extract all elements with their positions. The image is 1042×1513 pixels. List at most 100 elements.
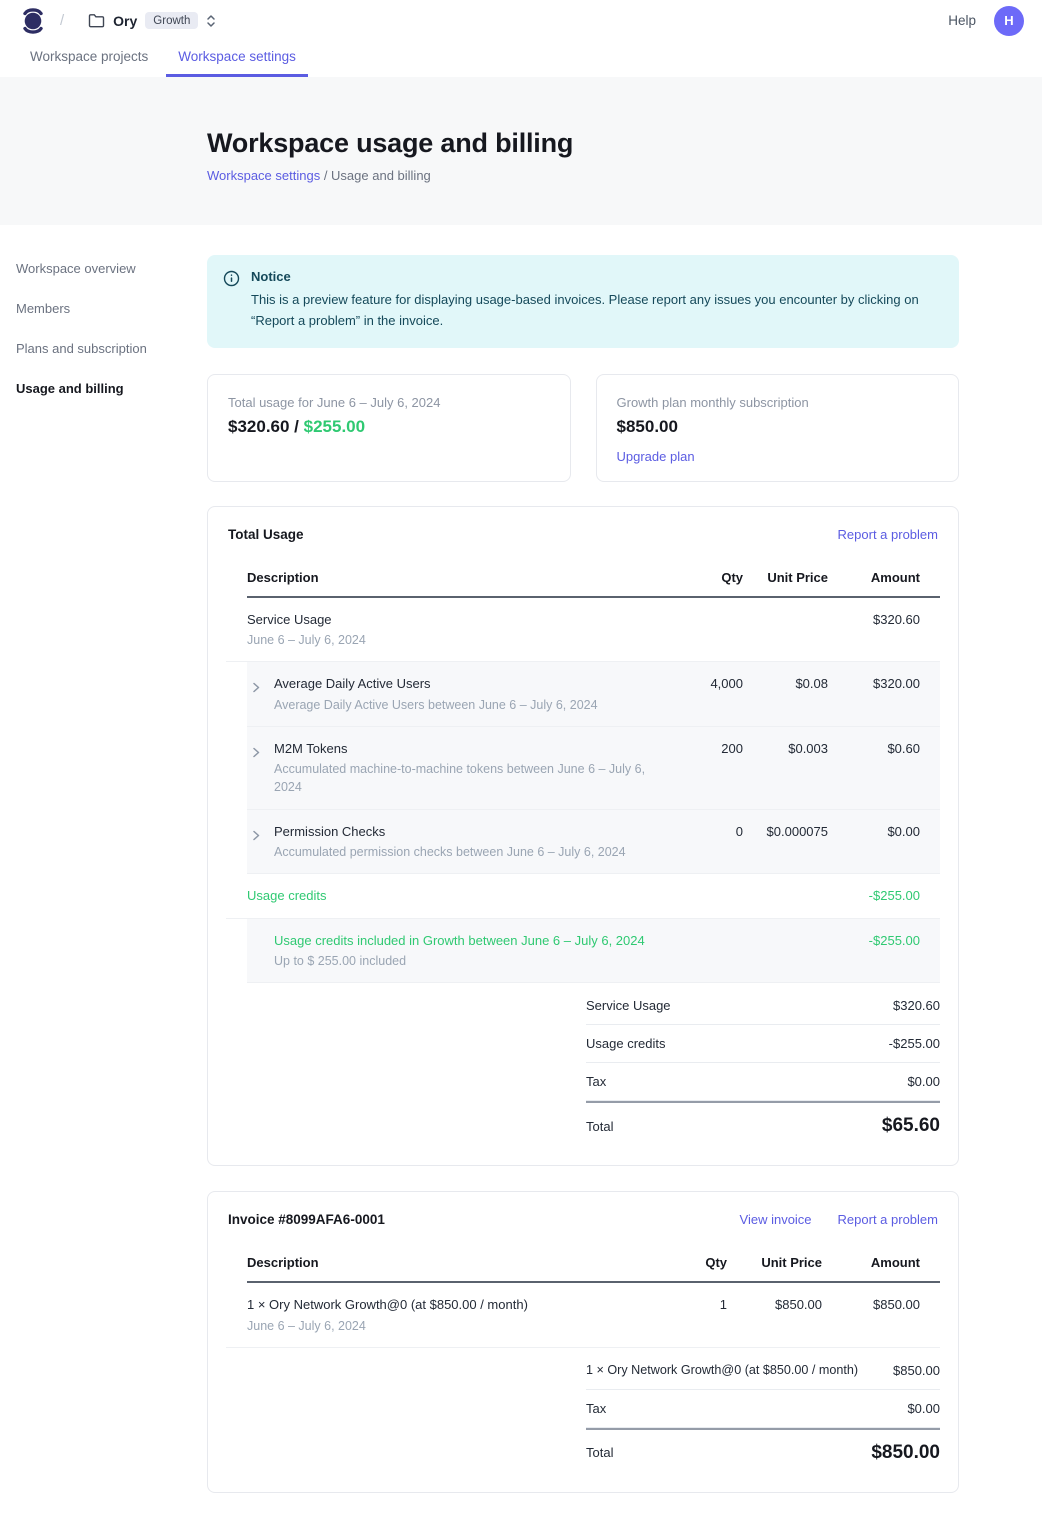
notice-banner: Notice This is a preview feature for dis… <box>207 255 959 348</box>
invoice-summary: 1 × Ory Network Growth@0 (at $850.00 / m… <box>586 1352 940 1468</box>
row-description: Average Daily Active Users Average Daily… <box>247 674 663 714</box>
sidebar-item-plans-subscription[interactable]: Plans and subscription <box>16 341 207 356</box>
info-icon <box>223 270 240 332</box>
help-link[interactable]: Help <box>948 13 976 28</box>
summary-label: 1 × Ory Network Growth@0 (at $850.00 / m… <box>586 1363 858 1377</box>
workspace-switcher[interactable]: Ory Growth <box>88 12 216 29</box>
total-usage-amount: $320.60 / $255.00 <box>228 417 550 437</box>
summary-row: Service Usage $320.60 <box>586 987 940 1025</box>
col-amount: Amount <box>822 1255 920 1270</box>
row-amount: $320.00 <box>828 674 920 694</box>
workspace-name: Ory <box>113 13 137 29</box>
row-title: M2M Tokens <box>274 739 663 759</box>
row-amount: $0.60 <box>828 739 920 759</box>
row-description: M2M Tokens Accumulated machine-to-machin… <box>247 739 663 797</box>
table-row: M2M Tokens Accumulated machine-to-machin… <box>247 727 940 810</box>
content-body: Workspace overview Members Plans and sub… <box>0 225 1042 1513</box>
total-label: Total <box>586 1119 613 1134</box>
summary-value: $320.60 <box>893 998 940 1013</box>
summary-value: -$255.00 <box>889 1036 940 1051</box>
expand-chevron-icon[interactable] <box>247 830 265 862</box>
row-qty: 0 <box>663 822 743 842</box>
tab-workspace-projects[interactable]: Workspace projects <box>18 41 160 77</box>
row-unit-price: $0.003 <box>743 739 828 759</box>
ory-logo-icon[interactable] <box>20 6 46 36</box>
sidebar-item-workspace-overview[interactable]: Workspace overview <box>16 261 207 276</box>
workspace-tabbar: Workspace projects Workspace settings <box>0 41 1042 77</box>
col-unit-price: Unit Price <box>727 1255 822 1270</box>
usage-card-header: Total Usage Report a problem <box>208 527 958 542</box>
summary-row: Tax $0.00 <box>586 1063 940 1101</box>
usage-amount-separator: / <box>289 417 303 436</box>
row-unit-price: $0.000075 <box>743 822 828 842</box>
total-label: Total <box>586 1445 613 1460</box>
notice-content: Notice This is a preview feature for dis… <box>251 269 935 332</box>
invoice-links: View invoice Report a problem <box>740 1212 938 1227</box>
view-invoice-link[interactable]: View invoice <box>740 1212 812 1227</box>
summary-label: Usage credits <box>586 1036 665 1051</box>
col-qty: Qty <box>637 1255 727 1270</box>
breadcrumb-current: / Usage and billing <box>320 168 431 183</box>
plan-subscription-card: Growth plan monthly subscription $850.00… <box>596 374 960 482</box>
topbar: / Ory Growth Help H <box>0 0 1042 41</box>
usage-summary: Service Usage $320.60 Usage credits -$25… <box>586 987 940 1141</box>
settings-sidebar: Workspace overview Members Plans and sub… <box>0 225 207 1513</box>
main-column: Notice This is a preview feature for dis… <box>207 225 959 1513</box>
total-value: $850.00 <box>871 1442 940 1464</box>
row-description: Usage credits <box>247 886 663 906</box>
row-subtitle: Up to $ 255.00 included <box>274 952 645 970</box>
usage-report-problem-link[interactable]: Report a problem <box>838 527 938 542</box>
summary-cards: Total usage for June 6 – July 6, 2024 $3… <box>207 374 959 482</box>
tab-workspace-settings[interactable]: Workspace settings <box>166 41 308 77</box>
upgrade-plan-link[interactable]: Upgrade plan <box>617 449 695 464</box>
row-description: Service Usage June 6 – July 6, 2024 <box>247 610 663 650</box>
table-row: Average Daily Active Users Average Daily… <box>247 662 940 727</box>
row-unit-price: $850.00 <box>727 1295 822 1315</box>
row-subtitle: Average Daily Active Users between June … <box>274 696 598 714</box>
table-row: Service Usage June 6 – July 6, 2024 $320… <box>226 598 940 663</box>
table-row: Usage credits -$255.00 <box>226 874 940 919</box>
total-usage-card: Total usage for June 6 – July 6, 2024 $3… <box>207 374 571 482</box>
total-row: Total $65.60 <box>586 1101 940 1141</box>
table-row: Usage credits included in Growth between… <box>247 919 940 984</box>
summary-label: Tax <box>586 1074 606 1089</box>
row-title: Permission Checks <box>274 822 626 842</box>
expand-chevron-icon[interactable] <box>247 682 265 714</box>
row-qty: 4,000 <box>663 674 743 694</box>
row-qty: 1 <box>637 1295 727 1315</box>
sidebar-item-usage-billing[interactable]: Usage and billing <box>16 381 207 396</box>
summary-row: Tax $0.00 <box>586 1390 940 1428</box>
row-title: Service Usage <box>247 610 366 630</box>
invoice-report-problem-link[interactable]: Report a problem <box>838 1212 938 1227</box>
col-description: Description <box>247 1255 637 1270</box>
row-amount: -$255.00 <box>828 931 920 951</box>
row-subtitle: Accumulated permission checks between Ju… <box>274 843 626 861</box>
invoice-card-header: Invoice #8099AFA6-0001 View invoice Repo… <box>208 1212 958 1227</box>
row-amount: $320.60 <box>828 610 920 630</box>
page-title: Workspace usage and billing <box>207 128 1042 159</box>
invoice-card: Invoice #8099AFA6-0001 View invoice Repo… <box>207 1191 959 1493</box>
plan-amount: $850.00 <box>617 417 939 437</box>
sidebar-item-members[interactable]: Members <box>16 301 207 316</box>
folder-icon <box>88 13 105 28</box>
row-subtitle: Accumulated machine-to-machine tokens be… <box>274 760 663 796</box>
summary-value: $0.00 <box>907 1074 940 1089</box>
breadcrumb: Workspace settings / Usage and billing <box>207 168 1042 183</box>
summary-row: 1 × Ory Network Growth@0 (at $850.00 / m… <box>586 1352 940 1390</box>
breadcrumb-settings-link[interactable]: Workspace settings <box>207 168 320 183</box>
hero-banner: Workspace usage and billing Workspace se… <box>0 77 1042 225</box>
usage-credit-value: $255.00 <box>304 417 365 436</box>
row-qty: 200 <box>663 739 743 759</box>
expand-chevron-icon[interactable] <box>247 747 265 797</box>
summary-label: Service Usage <box>586 998 671 1013</box>
total-row: Total $850.00 <box>586 1428 940 1468</box>
breadcrumb-separator: / <box>60 12 64 29</box>
row-description: 1 × Ory Network Growth@0 (at $850.00 / m… <box>247 1295 637 1335</box>
avatar[interactable]: H <box>994 6 1024 36</box>
row-amount: $0.00 <box>828 822 920 842</box>
total-usage-label: Total usage for June 6 – July 6, 2024 <box>228 395 550 410</box>
chevron-spacer <box>247 939 265 971</box>
table-row: Permission Checks Accumulated permission… <box>247 810 940 875</box>
notice-title: Notice <box>251 269 935 284</box>
col-amount: Amount <box>828 570 920 585</box>
